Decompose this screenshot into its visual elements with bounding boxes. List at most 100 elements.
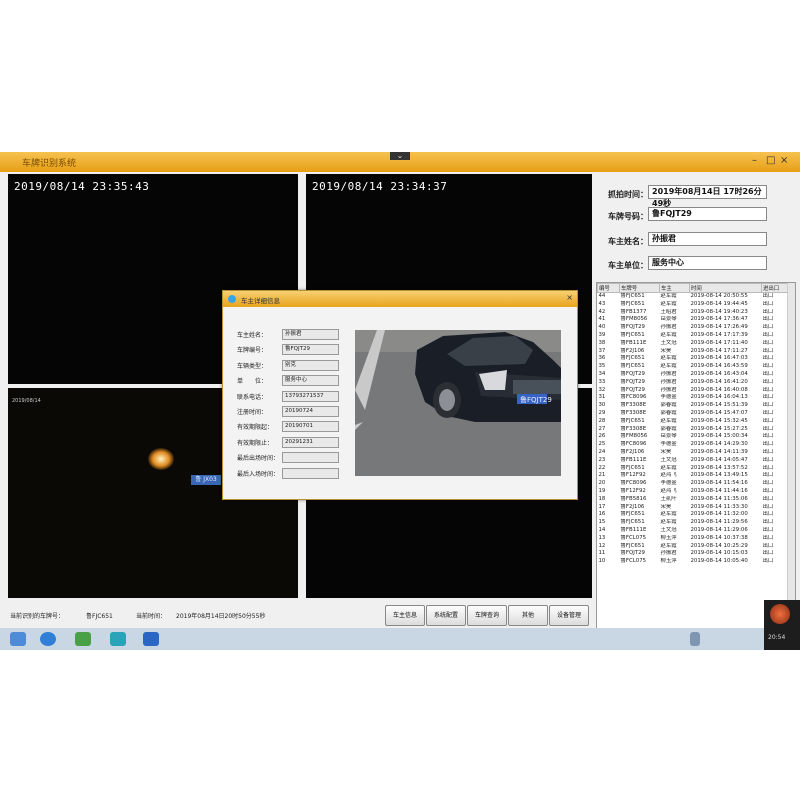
dialog-field-value[interactable]: 20190724 [282,406,339,417]
table-row[interactable]: 40 鲁FQJT29 孙振君 2019-08-14 17:26:49 出口 [598,324,788,332]
table-cell: 鲁FM8056 [620,433,648,440]
table-row[interactable]: 16 鲁FJC651 赵军霞 2019-08-14 11:32:00 出口 [598,511,788,519]
table-cell: 鲁FJC651 [620,417,645,424]
table-cell: 鲁FC8096 [620,394,647,401]
table-row[interactable]: 35 鲁FJC651 赵军霞 2019-08-14 16:43:59 出口 [598,363,788,371]
table-row[interactable]: 27 鲁F3308E 郭春霞 2019-08-14 15:27:25 出口 [598,426,788,434]
table-cell: 2019-08-14 15:00:34 [690,433,748,440]
table-row[interactable]: 42 鲁FB1377 王昭君 2019-08-14 19:40:23 出口 [598,309,788,317]
table-row[interactable]: 12 鲁FJC651 赵军霞 2019-08-14 10:25:29 出口 [598,543,788,551]
close-icon[interactable]: × [566,293,573,302]
table-cell: 2019-08-14 16:41:20 [690,378,748,385]
table-row[interactable]: 10 鲁FCL075 柳玉萍 2019-08-14 10:05:40 出口 [598,558,788,566]
table-row[interactable]: 38 鲁FB111E 王文冠 2019-08-14 17:11:40 出口 [598,340,788,348]
table-row[interactable]: 37 鲁F2J106 宋昊 2019-08-14 17:11:27 出口 [598,348,788,356]
log-column-header[interactable]: 进出口 [761,283,788,293]
start-icon[interactable] [10,632,26,646]
table-row[interactable]: 29 鲁F3308E 郭春霞 2019-08-14 15:47:07 出口 [598,410,788,418]
dialog-field-value[interactable]: 鲁FQJT29 [282,344,339,356]
table-row[interactable]: 14 鲁FB111E 王文冠 2019-08-14 11:29:06 出口 [598,527,788,535]
dialog-field-value[interactable]: 20291231 [282,436,339,448]
table-cell: 2019-08-14 16:40:08 [690,386,748,393]
table-row[interactable]: 36 鲁FJC651 赵军霞 2019-08-14 16:47:03 出口 [598,355,788,363]
table-row[interactable]: 11 鲁FQJT29 孙振君 2019-08-14 10:15:03 出口 [598,550,788,558]
table-row[interactable]: 44 鲁FJC651 赵军霞 2019-08-14 20:50:55 出口 [598,293,788,301]
table-row[interactable]: 32 鲁FQJT29 孙振君 2019-08-14 16:40:08 出口 [598,387,788,395]
dialog-field-value[interactable]: 服务中心 [282,375,339,387]
table-row[interactable]: 28 鲁FJC651 赵军霞 2019-08-14 15:32:45 出口 [598,418,788,426]
app-icon[interactable] [75,632,91,646]
table-row[interactable]: 13 鲁FCL075 柳玉萍 2019-08-14 10:37:38 出口 [598,535,788,543]
table-cell: 柳玉萍 [660,558,677,565]
plate-query-button[interactable]: 车牌查询 [467,605,507,626]
tray-icon[interactable] [690,632,700,646]
dialog-field-value[interactable] [282,467,339,479]
table-cell: 柳玉萍 [660,534,677,541]
dialog-field-value[interactable]: 20190701 [282,421,339,433]
table-row[interactable]: 39 鲁FJC651 赵军霞 2019-08-14 17:17:39 出口 [598,332,788,340]
table-row[interactable]: 23 鲁FB111E 王文冠 2019-08-14 14:05:47 出口 [598,457,788,465]
table-row[interactable]: 30 鲁F3308E 郭春霞 2019-08-14 15:51:39 出口 [598,402,788,410]
access-log-table[interactable]: 编号 车牌号 车主 时间 进出口 44 鲁FJC651 赵军霞 2019-08-14 20:5… [596,282,796,630]
ie-icon[interactable] [40,632,56,646]
table-cell: 鲁FJC651 [620,300,645,307]
table-row[interactable]: 17 鲁F2J106 宋昊 2019-08-14 11:33:30 出口 [598,504,788,512]
dialog-field-value[interactable]: 别克 [282,359,339,371]
table-row[interactable]: 31 鲁FC8096 李德金 2019-08-14 16:04:13 出口 [598,394,788,402]
table-cell: 2019-08-14 19:40:23 [690,308,748,315]
table-cell: 40 [598,324,606,331]
app-icon[interactable] [110,632,126,646]
log-column-header[interactable]: 车主 [659,283,690,293]
dialog-field-value[interactable]: 13793271537 [282,390,339,402]
dialog-title-bar: 车主详细信息 × [223,291,577,307]
dialog-field-label: 最后出场时间： [237,455,280,463]
table-row[interactable]: 43 鲁FJC651 赵军霞 2019-08-14 19:44:45 出口 [598,301,788,309]
table-row[interactable]: 25 鲁FC8096 李德金 2019-08-14 14:29:30 出口 [598,441,788,449]
table-cell: 18 [598,495,606,502]
table-cell: 李德金 [660,394,677,401]
owner-label: 车主姓名： [608,237,648,246]
table-row[interactable]: 18 鲁FB5816 王贰阡 2019-08-14 11:35:06 出口 [598,496,788,504]
maximize-icon[interactable]: □ [766,155,775,166]
close-icon[interactable]: × [780,155,788,166]
camera-timestamp: 2019/08/14 [12,398,41,404]
table-cell: 16 [598,511,606,518]
table-cell: 15 [598,519,606,526]
table-row[interactable]: 15 鲁FJC651 赵军霞 2019-08-14 11:29:56 出口 [598,519,788,527]
dialog-field-value[interactable]: 孙振君 [282,329,339,340]
table-row[interactable]: 20 鲁FC8096 李德金 2019-08-14 11:54:16 出口 [598,480,788,488]
table-cell: 出口 [762,293,774,299]
table-row[interactable]: 33 鲁FQJT29 孙振君 2019-08-14 16:41:20 出口 [598,379,788,387]
table-cell: 赵鸿飞 [660,472,677,479]
owner-info-button[interactable]: 车主信息 [385,605,425,626]
settings-gear-icon[interactable] [770,604,790,624]
chevron-down-icon[interactable]: ⌄ [390,152,410,160]
log-column-header[interactable]: 时间 [689,283,762,293]
unit-label: 车主单位： [608,261,648,270]
table-cell: 2019-08-14 11:29:56 [690,519,748,526]
minimize-icon[interactable]: – [752,155,757,166]
table-row[interactable]: 34 鲁FQJT29 孙振君 2019-08-14 16:43:04 出口 [598,371,788,379]
other-button[interactable]: 其他 [508,605,548,626]
p-app-icon[interactable] [143,632,159,646]
table-cell: 出口 [762,456,774,463]
table-row[interactable]: 19 鲁F12F92 赵鸿飞 2019-08-14 11:44:16 出口 [598,488,788,496]
system-config-button[interactable]: 系统配置 [426,605,466,626]
log-column-header[interactable]: 编号 [597,283,620,293]
table-row[interactable]: 21 鲁F12F92 赵鸿飞 2019-08-14 13:49:15 出口 [598,472,788,480]
plate-overlay: 鲁 JX03 [191,475,221,485]
table-cell: 26 [598,433,606,440]
device-manage-button[interactable]: 设备管理 [549,605,589,626]
current-plate-value: 鲁FJC651 [86,613,113,620]
table-cell: 28 [598,417,606,424]
table-row[interactable]: 24 鲁F2J106 宋昊 2019-08-14 14:11:39 出口 [598,449,788,457]
log-scrollbar[interactable] [787,283,795,629]
table-cell: 2019-08-14 15:51:39 [690,402,748,409]
table-cell: 25 [598,441,606,448]
log-column-header[interactable]: 车牌号 [619,283,660,293]
table-row[interactable]: 26 鲁FM8056 岳景琴 2019-08-14 15:00:34 出口 [598,433,788,441]
table-row[interactable]: 41 鲁FM8056 岳景琴 2019-08-14 17:36:47 出口 [598,316,788,324]
dialog-field-value[interactable] [282,452,339,464]
table-row[interactable]: 22 鲁FJC651 赵军霞 2019-08-14 13:57:52 出口 [598,465,788,473]
table-cell: 鲁FJC651 [620,464,645,471]
